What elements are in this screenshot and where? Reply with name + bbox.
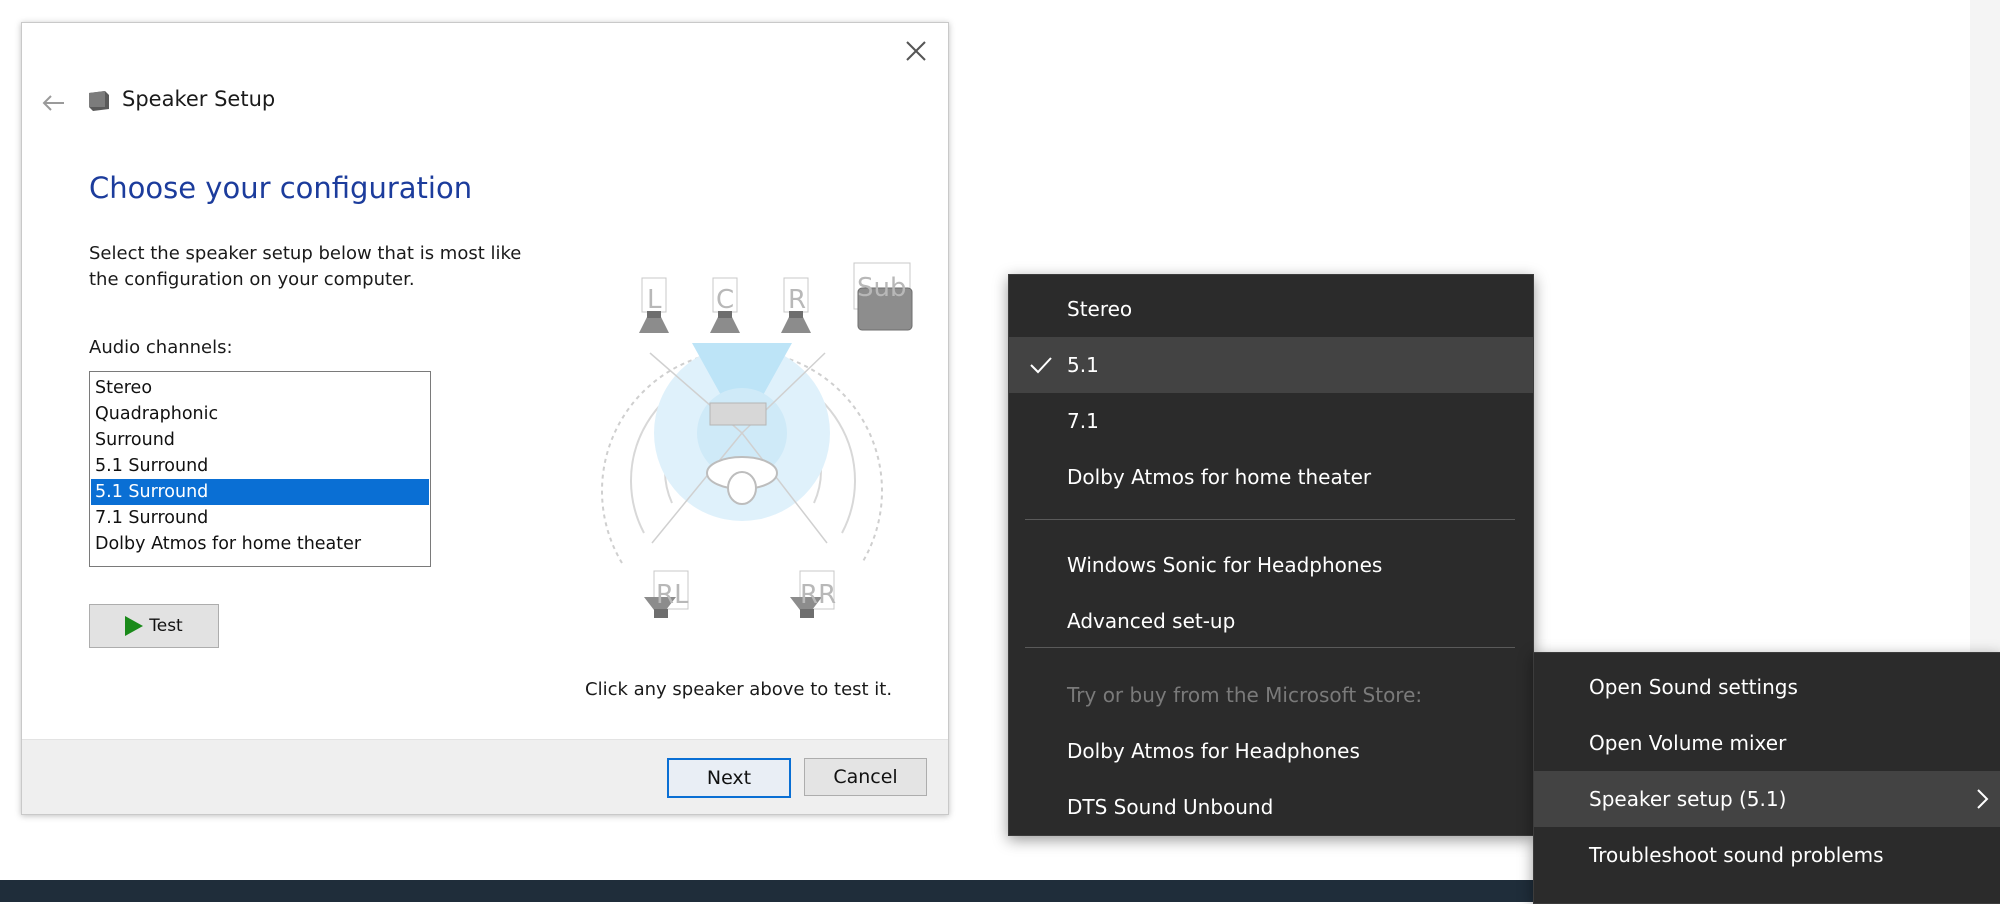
- speaker-setup-dialog: Speaker Setup Choose your configuration …: [21, 22, 949, 815]
- menu-item-store-header: Try or buy from the Microsoft Store:: [1067, 683, 1423, 707]
- list-item[interactable]: Dolby Atmos for home theater: [91, 531, 429, 557]
- speaker-setup-submenu: Stereo 5.1 7.1 Dolby Atmos for home thea…: [1008, 274, 1534, 836]
- dialog-footer: Next Cancel: [22, 739, 948, 814]
- speaker-left-label: L: [647, 285, 662, 315]
- audio-channels-label: Audio channels:: [89, 337, 233, 358]
- speaker-rear-right-label: RR: [800, 580, 836, 610]
- close-button[interactable]: [898, 33, 934, 69]
- dialog-title: Speaker Setup: [122, 87, 276, 111]
- menu-separator: [1025, 647, 1515, 648]
- list-item[interactable]: Surround: [91, 427, 429, 453]
- list-item[interactable]: 5.1 Surround: [91, 453, 429, 479]
- checkmark-icon: [1030, 357, 1052, 374]
- instruction-text: Select the speaker setup below that is m…: [89, 243, 522, 290]
- subwoofer-label: Sub: [857, 273, 907, 303]
- menu-item-dolby-atmos-headphones[interactable]: Dolby Atmos for Headphones: [1009, 723, 1533, 779]
- speaker-diagram: L C R Sub RL RR: [601, 262, 913, 618]
- page-heading: Choose your configuration: [89, 171, 473, 205]
- chevron-right-icon: [1977, 789, 1989, 809]
- list-item[interactable]: 7.1 Surround: [91, 505, 429, 531]
- menu-item-advanced-setup[interactable]: Advanced set-up: [1009, 593, 1533, 649]
- list-item[interactable]: Quadraphonic: [91, 401, 429, 427]
- back-button[interactable]: [36, 85, 72, 121]
- speaker-rear-left-label: RL: [656, 580, 689, 610]
- list-item[interactable]: Stereo: [91, 375, 429, 401]
- test-button-label: Test: [149, 616, 183, 636]
- menu-item-windows-sonic[interactable]: Windows Sonic for Headphones: [1009, 537, 1533, 593]
- volume-context-menu: Open Sound settings Open Volume mixer Sp…: [1533, 652, 2000, 904]
- audio-channels-list[interactable]: Stereo Quadraphonic Surround 5.1 Surroun…: [89, 371, 431, 567]
- menu-item-open-sound-settings[interactable]: Open Sound settings: [1534, 659, 2000, 715]
- play-icon: [125, 616, 144, 636]
- menu-item-dolby-atmos-home-theater[interactable]: Dolby Atmos for home theater: [1009, 449, 1533, 505]
- speaker-center-label: C: [716, 285, 734, 315]
- speaker-right-label: R: [788, 285, 806, 315]
- menu-item-dts-sound-unbound[interactable]: DTS Sound Unbound: [1009, 779, 1533, 835]
- close-icon: [906, 41, 926, 61]
- test-hint-text: Click any speaker above to test it.: [585, 679, 893, 700]
- menu-item-troubleshoot[interactable]: Troubleshoot sound problems: [1534, 827, 2000, 883]
- next-button[interactable]: Next: [667, 758, 791, 798]
- menu-item-stereo[interactable]: Stereo: [1009, 281, 1533, 337]
- test-button[interactable]: Test: [89, 604, 219, 648]
- menu-item-5-1[interactable]: 5.1: [1009, 337, 1533, 393]
- menu-item-open-volume-mixer[interactable]: Open Volume mixer: [1534, 715, 2000, 771]
- speaker-icon: [87, 89, 113, 113]
- menu-item-7-1[interactable]: 7.1: [1009, 393, 1533, 449]
- list-item-selected[interactable]: 5.1 Surround: [91, 479, 429, 505]
- menu-item-speaker-setup[interactable]: Speaker setup (5.1): [1534, 771, 2000, 827]
- cancel-button[interactable]: Cancel: [804, 758, 927, 796]
- menu-separator: [1025, 519, 1515, 520]
- back-arrow-icon: [42, 95, 64, 111]
